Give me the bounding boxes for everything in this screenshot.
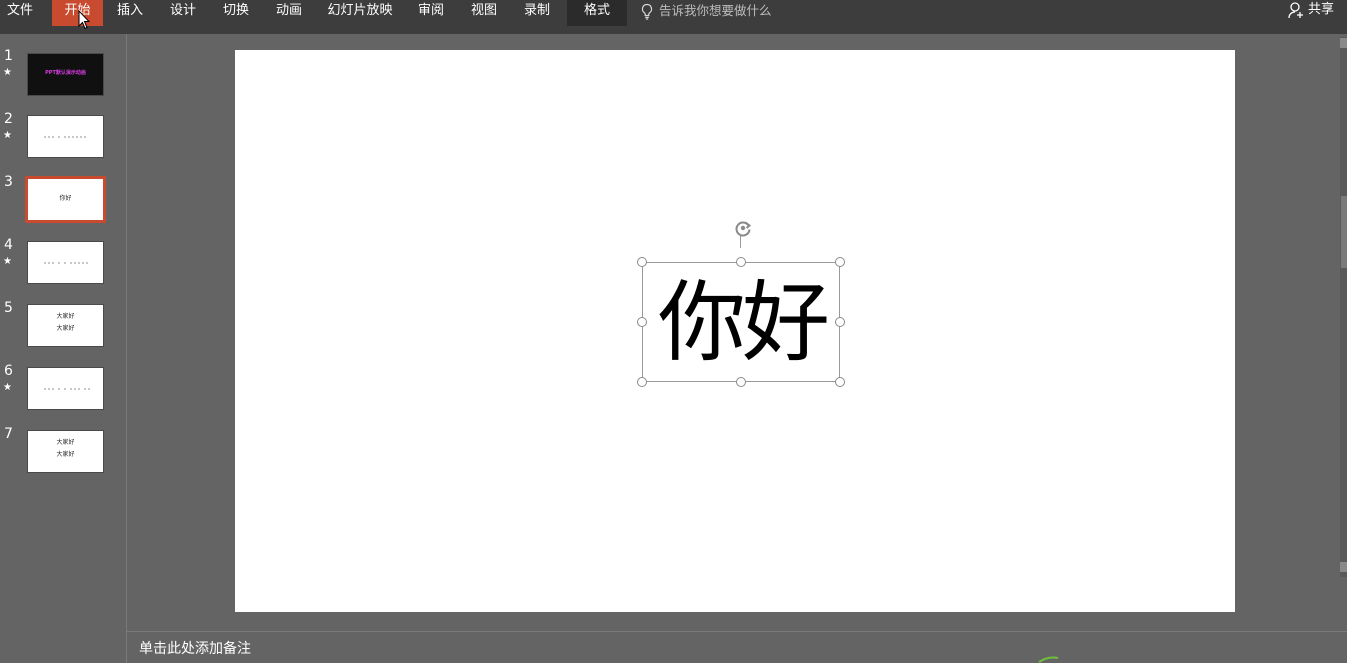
resize-handle-bottom[interactable] [736,377,746,387]
thumbnail-number: 7 [4,426,13,442]
vertical-scrollbar[interactable] [1340,37,1347,577]
tell-me-placeholder: 告诉我你想要做什么 [659,3,772,18]
tab-view[interactable]: 视图 [464,0,504,26]
tab-insert[interactable]: 插入 [110,0,150,26]
scroll-up-button[interactable] [1340,38,1347,48]
thumbnail-text: 大家好 [56,325,75,332]
slide-thumbnail-4[interactable] [27,241,104,284]
slide-thumbnail-2[interactable] [27,115,104,158]
tab-slideshow[interactable]: 幻灯片放映 [324,0,396,26]
slide-thumbnail-3[interactable]: 你好 [25,176,106,223]
tab-format[interactable]: 格式 [567,0,627,26]
thumbnail-placeholder-text [44,262,88,264]
tab-record[interactable]: 录制 [517,0,557,26]
green-stroke-decoration [1038,656,1059,663]
share-label: 共享 [1308,2,1335,17]
animation-star-icon: ★ [3,67,12,78]
notes-divider[interactable] [127,631,1347,632]
thumbnail-number: 2 [4,111,13,127]
lightbulb-icon [641,3,653,20]
resize-handle-bottom-left[interactable] [637,377,647,387]
resize-handle-top-right[interactable] [835,257,845,267]
ribbon-tab-bar: 文件 开始 插入 设计 切换 动画 幻灯片放映 审阅 视图 录制 格式 告诉我你… [0,0,1347,34]
person-icon [1288,2,1303,19]
slide-thumbnail-7[interactable]: 大家好 大家好 [27,430,104,473]
thumbnail-text: 大家好 [56,451,75,458]
animation-star-icon: ★ [3,256,12,267]
tab-animations[interactable]: 动画 [269,0,309,26]
thumbnail-number: 1 [4,48,13,64]
rotate-handle-icon[interactable] [733,218,753,238]
resize-handle-left[interactable] [637,317,647,327]
thumbnail-number: 4 [4,237,13,253]
scroll-down-button[interactable] [1340,562,1347,572]
slide-thumbnail-6[interactable] [27,367,104,410]
tab-transitions[interactable]: 切换 [216,0,256,26]
resize-handle-bottom-right[interactable] [835,377,845,387]
resize-handle-top-left[interactable] [637,257,647,267]
slide-thumbnail-1[interactable]: PPT默认演示动画 [27,53,104,96]
tab-review[interactable]: 审阅 [411,0,451,26]
resize-handle-top[interactable] [736,257,746,267]
mouse-pointer-icon [78,10,90,30]
thumbnail-number: 6 [4,363,13,379]
thumbnail-placeholder-text [44,388,90,390]
thumbnail-text: 你好 [59,195,72,202]
scrollbar-thumb[interactable] [1341,196,1347,268]
thumbnail-text: 大家好 [56,313,75,320]
thumbnail-text: PPT默认演示动画 [45,70,86,76]
slide-canvas[interactable]: 你好 [235,50,1235,612]
tab-design[interactable]: 设计 [163,0,203,26]
slide-text[interactable]: 你好 [643,263,841,383]
thumbnail-placeholder-text [44,136,86,138]
thumbnail-number: 3 [4,174,13,190]
notes-placeholder[interactable]: 单击此处添加备注 [139,638,251,658]
animation-star-icon: ★ [3,130,12,141]
slide-thumbnail-pane: 1 ★ PPT默认演示动画 2 ★ 3 你好 4 ★ 5 大家好 大家好 6 ★… [0,34,127,663]
selected-text-box[interactable]: 你好 [642,262,840,382]
resize-handle-right[interactable] [835,317,845,327]
animation-star-icon: ★ [3,382,12,393]
slide-thumbnail-5[interactable]: 大家好 大家好 [27,304,104,347]
thumbnail-number: 5 [4,300,13,316]
thumbnail-text: 大家好 [56,439,75,446]
tab-file[interactable]: 文件 [0,0,40,26]
